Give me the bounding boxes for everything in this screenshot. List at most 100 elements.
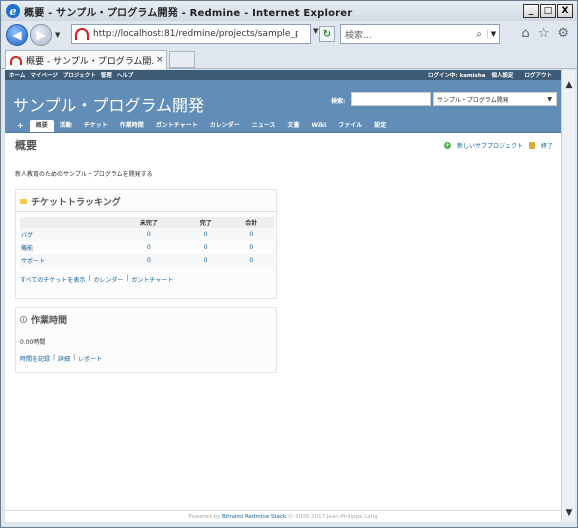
calendar-link[interactable]: カレンダー — [93, 275, 123, 284]
open-count[interactable]: 0 — [115, 241, 183, 254]
project-description: 新人教育のためのサンプル・プログラムを開発する — [15, 171, 153, 178]
minimize-button[interactable]: _ — [523, 4, 539, 18]
project-header: サンプル・プログラム開発 検索: サンプル・プログラム開発 ▼ — [5, 80, 561, 118]
tab-row: 概要 - サンプル・プログラム開... × — [1, 49, 577, 69]
tab-gantt[interactable]: ガントチャート — [150, 120, 204, 132]
details-link[interactable]: 詳細 — [58, 354, 70, 363]
home-icon[interactable]: ⌂ — [521, 26, 529, 41]
closed-count[interactable]: 0 — [182, 254, 229, 267]
open-count[interactable]: 0 — [114, 254, 183, 267]
redmine-favicon-icon — [10, 55, 22, 65]
spent-time-value: 0.00時間 — [20, 339, 46, 346]
lock-icon — [528, 142, 535, 149]
tab-overview[interactable]: 概要 — [29, 120, 54, 132]
tab-close-icon[interactable]: × — [156, 55, 164, 65]
tab-calendar[interactable]: カレンダー — [204, 120, 246, 132]
internet-explorer-icon: e — [6, 4, 20, 18]
address-dropdown-icon[interactable]: ▼ — [313, 27, 318, 35]
open-count[interactable]: 0 — [114, 228, 183, 241]
column-header — [20, 217, 115, 228]
search-dropdown-icon[interactable]: ▼ — [487, 30, 499, 38]
project-jump-select[interactable]: サンプル・プログラム開発 ▼ — [433, 92, 557, 106]
tab-issues[interactable]: チケット — [78, 120, 114, 132]
main-menu: + 概要 活動 チケット 作業時間 ガントチャート カレンダー ニュース 文書 … — [5, 118, 561, 133]
close-window-button[interactable]: X — [557, 4, 573, 18]
window-controls: _ □ X — [523, 4, 573, 18]
new-subproject-link[interactable]: 新しいサブプロジェクト — [457, 141, 523, 150]
closed-count[interactable]: 0 — [182, 228, 229, 241]
top-menu-home[interactable]: ホーム — [9, 71, 25, 79]
main-content: 概要 + 新しいサブプロジェクト 終了 新人教育のためのサンプル・プログラムを開… — [5, 133, 561, 506]
close-project-link[interactable]: 終了 — [541, 141, 553, 150]
address-bar[interactable]: http://localhost:81/redmine/projects/sam… — [71, 24, 311, 44]
tracker-name[interactable]: バグ — [20, 228, 115, 241]
new-object-button[interactable]: + — [11, 120, 30, 132]
tab-settings[interactable]: 設定 — [368, 120, 392, 132]
title-bar: e 概要 - サンプル・プログラム開発 - Redmine - Internet… — [1, 1, 577, 21]
total-count[interactable]: 0 — [228, 228, 274, 241]
column-header-closed: 完了 — [182, 217, 229, 228]
footer-prefix: Powered by — [188, 514, 221, 520]
project-search-input[interactable] — [351, 92, 431, 106]
back-icon[interactable]: ◀ — [6, 24, 28, 46]
gear-icon[interactable]: ⚙ — [557, 26, 569, 41]
issue-links: すべてのチケットを表示 | カレンダー | ガントチャート — [16, 267, 276, 289]
separator: | — [73, 354, 76, 361]
browser-search-box[interactable]: 検索... ⌕ ▼ — [340, 24, 500, 44]
gantt-link[interactable]: ガントチャート — [131, 275, 173, 284]
logged-in-as: ログイン中: kamisha — [427, 73, 486, 79]
separator: | — [126, 275, 129, 282]
issue-tracking-heading: チケットトラッキング — [16, 190, 276, 212]
tracker-name[interactable]: サポート — [20, 254, 115, 267]
log-time-link[interactable]: 時間を記録 — [20, 354, 50, 363]
table-row: 機能 0 0 0 — [20, 241, 274, 254]
spent-time-heading: 作業時間 — [16, 308, 276, 329]
spent-time-box: 作業時間 0.00時間 時間を記録 | 詳細 | レポート — [15, 307, 277, 373]
scroll-down-icon[interactable]: ▼ — [562, 506, 576, 520]
account-menu: ログイン中: kamisha 個人設定 ログアウト — [428, 71, 557, 79]
refresh-icon[interactable]: ↻ — [319, 26, 335, 42]
window-title: 概要 - サンプル・プログラム開発 - Redmine - Internet E… — [24, 7, 353, 19]
total-count[interactable]: 0 — [228, 241, 274, 254]
search-icon[interactable]: ⌕ — [471, 29, 487, 40]
vertical-scrollbar[interactable]: ▲ ▼ — [561, 70, 575, 522]
table-row: サポート 0 0 0 — [20, 254, 274, 267]
tab-activity[interactable]: 活動 — [54, 120, 78, 132]
my-account-link[interactable]: 個人設定 — [491, 71, 513, 79]
top-menu-my-page[interactable]: マイページ — [30, 71, 57, 79]
page-title: 概要 — [15, 139, 37, 152]
history-dropdown-icon[interactable]: ▼ — [55, 31, 60, 39]
column-header-open: 未完了 — [114, 217, 183, 228]
bitnami-link[interactable]: Bitnami Redmine Stack — [222, 514, 286, 520]
new-tab-button[interactable] — [169, 51, 195, 68]
top-menu: ホーム マイページ プロジェクト 管理 ヘルプ ログイン中: kamisha 個… — [5, 70, 561, 80]
tracker-table: 未完了 完了 合計 バグ 0 0 0 機能 0 0 0 サポート 0 0 0 — [20, 217, 274, 267]
top-menu-admin[interactable]: 管理 — [101, 71, 112, 79]
address-url[interactable]: http://localhost:81/redmine/projects/sam… — [93, 29, 298, 39]
table-row: バグ 0 0 0 — [20, 228, 274, 241]
top-menu-projects[interactable]: プロジェクト — [63, 71, 96, 79]
tab-news[interactable]: ニュース — [246, 120, 282, 132]
tracker-name[interactable]: 機能 — [20, 241, 115, 254]
search-placeholder[interactable]: 検索... — [345, 28, 471, 41]
browser-tab[interactable]: 概要 - サンプル・プログラム開... × — [5, 50, 167, 69]
contextual-actions: + 新しいサブプロジェクト 終了 — [443, 141, 553, 150]
maximize-button[interactable]: □ — [540, 4, 556, 18]
column-header-total: 合計 — [228, 217, 274, 228]
tab-spent-time[interactable]: 作業時間 — [114, 120, 150, 132]
logout-link[interactable]: ログアウト — [524, 71, 552, 79]
view-all-issues-link[interactable]: すべてのチケットを表示 — [20, 275, 85, 284]
star-icon[interactable]: ☆ — [538, 26, 550, 41]
forward-icon[interactable]: ▶ — [30, 24, 52, 46]
tab-files[interactable]: ファイル — [332, 120, 368, 132]
tab-documents[interactable]: 文書 — [281, 120, 305, 132]
tab-wiki[interactable]: Wiki — [305, 120, 332, 132]
tab-label[interactable]: 概要 - サンプル・プログラム開... — [26, 54, 154, 67]
report-link[interactable]: レポート — [78, 354, 102, 363]
navigation-bar: ◀ ▶ ▼ http://localhost:81/redmine/projec… — [1, 21, 577, 49]
top-menu-help[interactable]: ヘルプ — [117, 71, 134, 79]
footer-copyright: © 2006-2017 Jean-Philippe Lang — [287, 514, 378, 520]
scroll-up-icon[interactable]: ▲ — [562, 78, 576, 92]
closed-count[interactable]: 0 — [183, 241, 229, 254]
total-count[interactable]: 0 — [228, 254, 274, 267]
